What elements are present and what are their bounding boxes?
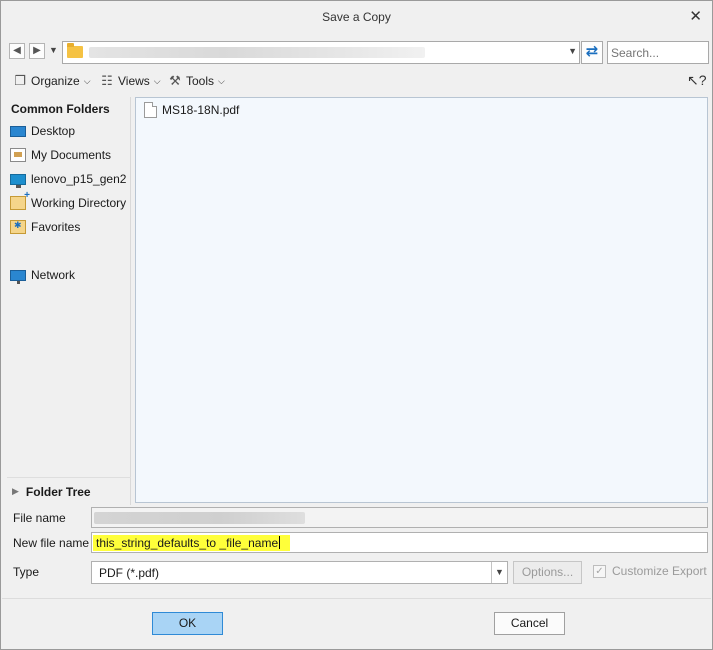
favorites-icon xyxy=(10,220,26,234)
file-name-label: File name xyxy=(13,511,66,525)
forward-button[interactable]: ▶ xyxy=(29,43,45,59)
chevron-down-icon: ⌵ xyxy=(83,75,91,86)
documents-icon xyxy=(10,148,26,162)
views-label: Views xyxy=(118,74,150,88)
customize-export-label: Customize Export xyxy=(612,564,707,578)
sidebar-item-network[interactable]: Network xyxy=(10,266,75,284)
expand-triangle-icon: ▶ xyxy=(12,486,19,496)
type-value: PDF (*.pdf) xyxy=(99,566,160,580)
options-button[interactable]: Options... xyxy=(513,561,582,584)
sidebar-item-label: My Documents xyxy=(31,148,112,162)
save-a-copy-dialog: Save a Copy ✕ ◀ ▶ ▼ ▼ ⇄ ❐ Organize ⌵ ☷ V… xyxy=(0,0,713,650)
list-item[interactable]: MS18-18N.pdf xyxy=(144,102,239,118)
sidebar-item-favorites[interactable]: Favorites xyxy=(10,218,80,236)
sidebar-item-label: Desktop xyxy=(31,124,76,138)
type-select[interactable]: PDF (*.pdf) ▼ xyxy=(91,561,508,584)
refresh-button[interactable]: ⇄ xyxy=(581,41,603,64)
tools-label: Tools xyxy=(186,74,215,88)
customize-export-checkbox[interactable]: ✓ Customize Export xyxy=(593,564,707,578)
new-file-name-input[interactable]: this_string_defaults_to _file_name xyxy=(91,532,708,553)
path-dropdown-icon[interactable]: ▼ xyxy=(568,46,577,56)
sidebar-item-computer[interactable]: lenovo_p15_gen2 xyxy=(10,170,126,188)
organize-icon: ❐ xyxy=(14,73,26,88)
title-bar: Save a Copy ✕ xyxy=(1,1,712,33)
close-icon[interactable]: ✕ xyxy=(689,7,702,25)
path-text xyxy=(89,47,425,58)
file-name: MS18-18N.pdf xyxy=(162,103,240,117)
working-directory-icon xyxy=(10,190,30,210)
views-menu[interactable]: ☷ Views ⌵ xyxy=(100,73,161,89)
type-label: Type xyxy=(13,565,40,579)
dialog-title: Save a Copy xyxy=(322,10,391,24)
ok-button[interactable]: OK xyxy=(152,612,223,635)
common-folders-panel: Common Folders Desktop My Documents leno… xyxy=(7,97,131,505)
network-icon xyxy=(10,269,26,284)
arrow-right-icon: ▶ xyxy=(33,45,41,56)
text-caret xyxy=(279,536,281,549)
back-button[interactable]: ◀ xyxy=(9,43,25,59)
sidebar-item-label: Working Directory xyxy=(31,196,127,210)
cancel-button[interactable]: Cancel xyxy=(494,612,565,635)
computer-icon xyxy=(10,173,26,188)
organize-label: Organize xyxy=(31,74,80,88)
organize-menu[interactable]: ❐ Organize ⌵ xyxy=(13,73,91,89)
refresh-icon: ⇄ xyxy=(585,43,599,60)
sidebar-item-label: Favorites xyxy=(31,220,81,234)
sidebar-item-my-documents[interactable]: My Documents xyxy=(10,146,111,164)
file-name-value xyxy=(94,512,305,524)
chevron-down-icon: ⌵ xyxy=(218,75,225,86)
new-file-name-selection: this_string_defaults_to _file_name xyxy=(93,535,291,551)
path-bar[interactable]: ▼ xyxy=(62,41,580,64)
search-input[interactable] xyxy=(607,41,709,64)
sidebar-item-desktop[interactable]: Desktop xyxy=(10,122,75,140)
desktop-icon xyxy=(10,125,26,137)
folder-tree-label: Folder Tree xyxy=(25,484,91,499)
sidebar-item-label: Network xyxy=(31,268,76,282)
common-folders-heading: Common Folders xyxy=(11,102,110,116)
sidebar-item-label: lenovo_p15_gen2 xyxy=(31,172,127,186)
context-help-icon[interactable]: ↖? xyxy=(687,72,707,89)
views-icon: ☷ xyxy=(101,73,113,88)
file-list[interactable]: MS18-18N.pdf xyxy=(135,97,708,503)
tools-icon: ⚒ xyxy=(169,73,181,88)
new-file-name-value: this_string_defaults_to _file_name xyxy=(96,536,279,550)
chevron-down-icon: ⌵ xyxy=(153,75,161,86)
file-name-field xyxy=(91,507,708,528)
dropdown-arrow-icon[interactable]: ▼ xyxy=(491,562,507,583)
divider xyxy=(2,598,711,599)
arrow-left-icon: ◀ xyxy=(13,45,21,56)
checkmark-icon: ✓ xyxy=(593,564,606,578)
folder-icon xyxy=(67,43,83,58)
history-dropdown-icon[interactable]: ▼ xyxy=(49,45,58,55)
pdf-file-icon xyxy=(144,102,157,118)
tools-menu[interactable]: ⚒ Tools ⌵ xyxy=(168,73,225,89)
sidebar-item-working-directory[interactable]: Working Directory xyxy=(10,190,127,212)
folder-tree-toggle[interactable]: ▶ Folder Tree xyxy=(7,477,131,505)
new-file-name-label: New file name xyxy=(13,536,90,550)
